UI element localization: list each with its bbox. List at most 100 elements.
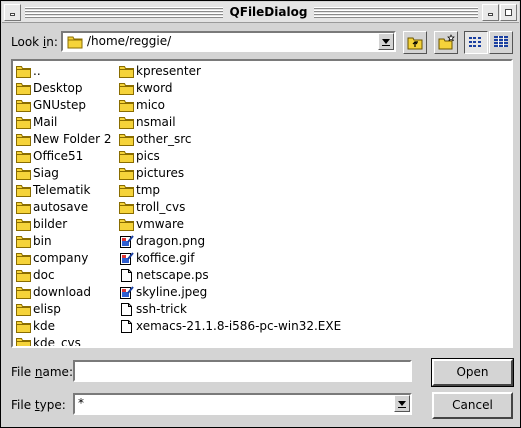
folder-item[interactable]: tmp bbox=[118, 182, 341, 199]
file-icon bbox=[119, 303, 134, 316]
folder-item[interactable]: Telematik bbox=[15, 182, 112, 199]
list-view-button[interactable] bbox=[489, 31, 513, 54]
folder-item[interactable]: pics bbox=[118, 148, 341, 165]
folder-item[interactable]: Office51 bbox=[15, 148, 112, 165]
file-name-input[interactable] bbox=[73, 360, 412, 382]
look-in-dropdown-button[interactable] bbox=[378, 33, 394, 50]
file-type-label: File type: bbox=[11, 398, 66, 412]
maximize-button[interactable] bbox=[500, 4, 517, 21]
file-list[interactable]: .. Desktop GNUstep Mail New Folder 2 Office51… bbox=[11, 59, 513, 348]
item-name: Siag bbox=[33, 166, 59, 180]
window-menu-icon bbox=[10, 13, 15, 16]
list-view-icon bbox=[494, 36, 508, 47]
folder-item[interactable]: kword bbox=[118, 80, 341, 97]
file-icon bbox=[119, 320, 134, 333]
folder-item[interactable]: autosave bbox=[15, 199, 112, 216]
folder-icon bbox=[16, 218, 31, 231]
folder-item[interactable]: Mail bbox=[15, 114, 112, 131]
parent-directory-button[interactable] bbox=[403, 31, 427, 54]
item-name: pics bbox=[136, 149, 160, 163]
folder-item[interactable]: Siag bbox=[15, 165, 112, 182]
folder-item[interactable]: GNUstep bbox=[15, 97, 112, 114]
folder-item[interactable]: .. bbox=[15, 63, 112, 80]
item-name: koffice.gif bbox=[136, 251, 195, 265]
file-type-dropdown-button[interactable] bbox=[394, 395, 410, 412]
image-file-icon bbox=[119, 235, 134, 248]
file-item[interactable]: koffice.gif bbox=[118, 250, 341, 267]
folder-item[interactable]: kpresenter bbox=[118, 63, 341, 80]
window-title: QFileDialog bbox=[229, 5, 308, 19]
folder-icon bbox=[16, 235, 31, 248]
folder-item[interactable]: download bbox=[15, 284, 112, 301]
item-name: kde_cvs bbox=[33, 336, 81, 348]
folder-item[interactable]: vmware bbox=[118, 216, 341, 233]
item-name: bilder bbox=[33, 217, 68, 231]
folder-icon bbox=[16, 252, 31, 265]
item-name: kde bbox=[33, 319, 55, 333]
item-name: doc bbox=[33, 268, 55, 282]
detail-view-icon bbox=[469, 37, 481, 47]
file-dialog-window: QFileDialog Look in: /home/reggie/ .. De… bbox=[0, 0, 521, 428]
folder-icon bbox=[119, 218, 134, 231]
look-in-combo[interactable]: /home/reggie/ bbox=[61, 31, 396, 52]
file-type-combo[interactable]: * bbox=[73, 393, 412, 415]
folder-item[interactable]: kde bbox=[15, 318, 112, 335]
new-folder-button[interactable] bbox=[434, 31, 458, 54]
folder-icon bbox=[16, 133, 31, 146]
folder-item[interactable]: Desktop bbox=[15, 80, 112, 97]
folder-icon bbox=[119, 133, 134, 146]
item-name: mico bbox=[136, 98, 165, 112]
folder-icon bbox=[119, 150, 134, 163]
folder-icon bbox=[119, 65, 134, 78]
file-item[interactable]: ssh-trick bbox=[118, 301, 341, 318]
file-list-column-1: .. Desktop GNUstep Mail New Folder 2 Office51… bbox=[15, 63, 112, 348]
item-name: kword bbox=[136, 81, 173, 95]
item-name: xemacs-21.1.8-i586-pc-win32.EXE bbox=[136, 319, 342, 333]
folder-item[interactable]: pictures bbox=[118, 165, 341, 182]
item-name: Mail bbox=[33, 115, 58, 129]
new-folder-icon bbox=[438, 34, 455, 50]
folder-item[interactable]: doc bbox=[15, 267, 112, 284]
open-button[interactable]: Open bbox=[431, 358, 514, 387]
folder-icon bbox=[16, 320, 31, 333]
item-name: other_src bbox=[136, 132, 192, 146]
folder-item[interactable]: nsmail bbox=[118, 114, 341, 131]
file-item[interactable]: xemacs-21.1.8-i586-pc-win32.EXE bbox=[118, 318, 341, 335]
folder-icon bbox=[119, 184, 134, 197]
folder-icon bbox=[16, 150, 31, 163]
folder-item[interactable]: New Folder 2 bbox=[15, 131, 112, 148]
folder-item[interactable]: bin bbox=[15, 233, 112, 250]
folder-item[interactable]: bilder bbox=[15, 216, 112, 233]
file-item[interactable]: skyline.jpeg bbox=[118, 284, 341, 301]
folder-item[interactable]: other_src bbox=[118, 131, 341, 148]
folder-icon bbox=[16, 167, 31, 180]
detail-view-button[interactable] bbox=[464, 31, 488, 54]
folder-icon bbox=[16, 116, 31, 129]
item-name: vmware bbox=[136, 217, 185, 231]
folder-item[interactable]: troll_cvs bbox=[118, 199, 341, 216]
folder-icon bbox=[16, 184, 31, 197]
file-list-column-2: kpresenter kword mico nsmail other_srcpics pi… bbox=[118, 63, 341, 335]
title-bar[interactable]: QFileDialog bbox=[2, 2, 519, 23]
folder-item[interactable]: company bbox=[15, 250, 112, 267]
item-name: kpresenter bbox=[136, 64, 201, 78]
folder-icon bbox=[16, 269, 31, 282]
file-item[interactable]: dragon.png bbox=[118, 233, 341, 250]
file-item[interactable]: netscape.ps bbox=[118, 267, 341, 284]
folder-item[interactable]: kde_cvs bbox=[15, 335, 112, 348]
title-grip-left bbox=[25, 7, 223, 18]
item-name: dragon.png bbox=[136, 234, 206, 248]
folder-icon bbox=[119, 116, 134, 129]
item-name: GNUstep bbox=[33, 98, 87, 112]
folder-up-icon bbox=[407, 37, 423, 50]
file-name-label: File name: bbox=[11, 365, 73, 379]
item-name: download bbox=[33, 285, 92, 299]
window-menu-button[interactable] bbox=[4, 4, 21, 21]
look-in-path: /home/reggie/ bbox=[87, 34, 172, 48]
item-name: ssh-trick bbox=[136, 302, 187, 316]
folder-item[interactable]: mico bbox=[118, 97, 341, 114]
cancel-button[interactable]: Cancel bbox=[432, 392, 513, 419]
folder-item[interactable]: elisp bbox=[15, 301, 112, 318]
title-grip-right bbox=[314, 7, 478, 18]
minimize-button[interactable] bbox=[482, 4, 499, 21]
